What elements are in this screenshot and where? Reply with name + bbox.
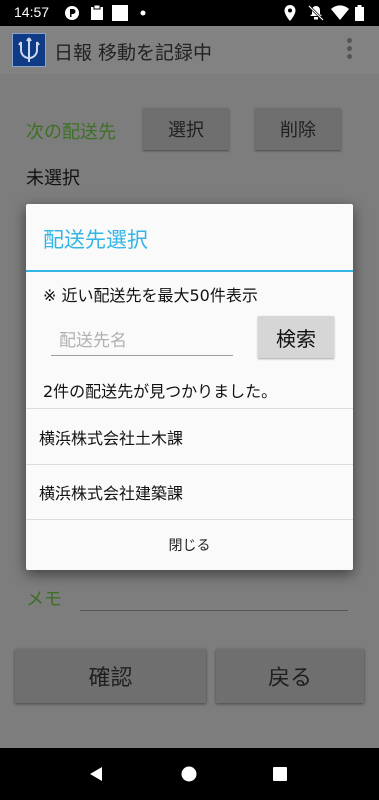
destination-search-input[interactable] (51, 326, 233, 356)
clipboard-icon (91, 5, 103, 20)
list-item[interactable]: 横浜株式会社建築課 (26, 464, 353, 520)
dialog-note: ※ 近い配送先を最大50件表示 (43, 286, 258, 305)
app-title: 日報 移動を記録中 (54, 42, 213, 64)
dialog-title: 配送先選択 (43, 228, 148, 252)
wifi-icon (331, 5, 349, 20)
home-nav-icon[interactable] (181, 766, 197, 782)
select-button[interactable]: 選択 (143, 108, 229, 150)
battery-icon (355, 5, 364, 21)
back-button[interactable]: 戻る (216, 649, 364, 703)
memo-input[interactable] (80, 610, 348, 611)
destination-label: 次の配送先 (26, 122, 116, 143)
search-button[interactable]: 検索 (258, 316, 334, 358)
destination-select-dialog: 配送先選択 ※ 近い配送先を最大50件表示 検索 2件の配送先が見つかりました。… (26, 204, 353, 570)
memo-label: メモ (26, 589, 62, 610)
app-logo-icon (12, 33, 46, 67)
list-item[interactable]: 横浜株式会社土木課 (26, 409, 353, 465)
app-bar: 日報 移動を記録中 (0, 26, 379, 74)
confirm-button[interactable]: 確認 (15, 649, 206, 703)
selected-destination-value: 未選択 (26, 168, 80, 189)
location-icon (284, 5, 296, 21)
result-message: 2件の配送先が見つかりました。 (43, 382, 278, 401)
status-bar: 14:57 (0, 0, 379, 26)
overflow-menu-icon[interactable] (342, 38, 356, 62)
navigation-bar (0, 748, 379, 800)
dialog-title-divider (26, 270, 353, 272)
status-time: 14:57 (14, 4, 50, 20)
close-button[interactable]: 閉じる (26, 520, 353, 570)
delete-button[interactable]: 削除 (255, 108, 341, 150)
back-nav-icon[interactable] (88, 766, 104, 782)
app-notification-icon (65, 6, 79, 20)
square-notification-icon (112, 5, 128, 21)
dot-icon (140, 10, 146, 16)
mute-icon (308, 5, 324, 21)
recents-nav-icon[interactable] (272, 766, 288, 782)
